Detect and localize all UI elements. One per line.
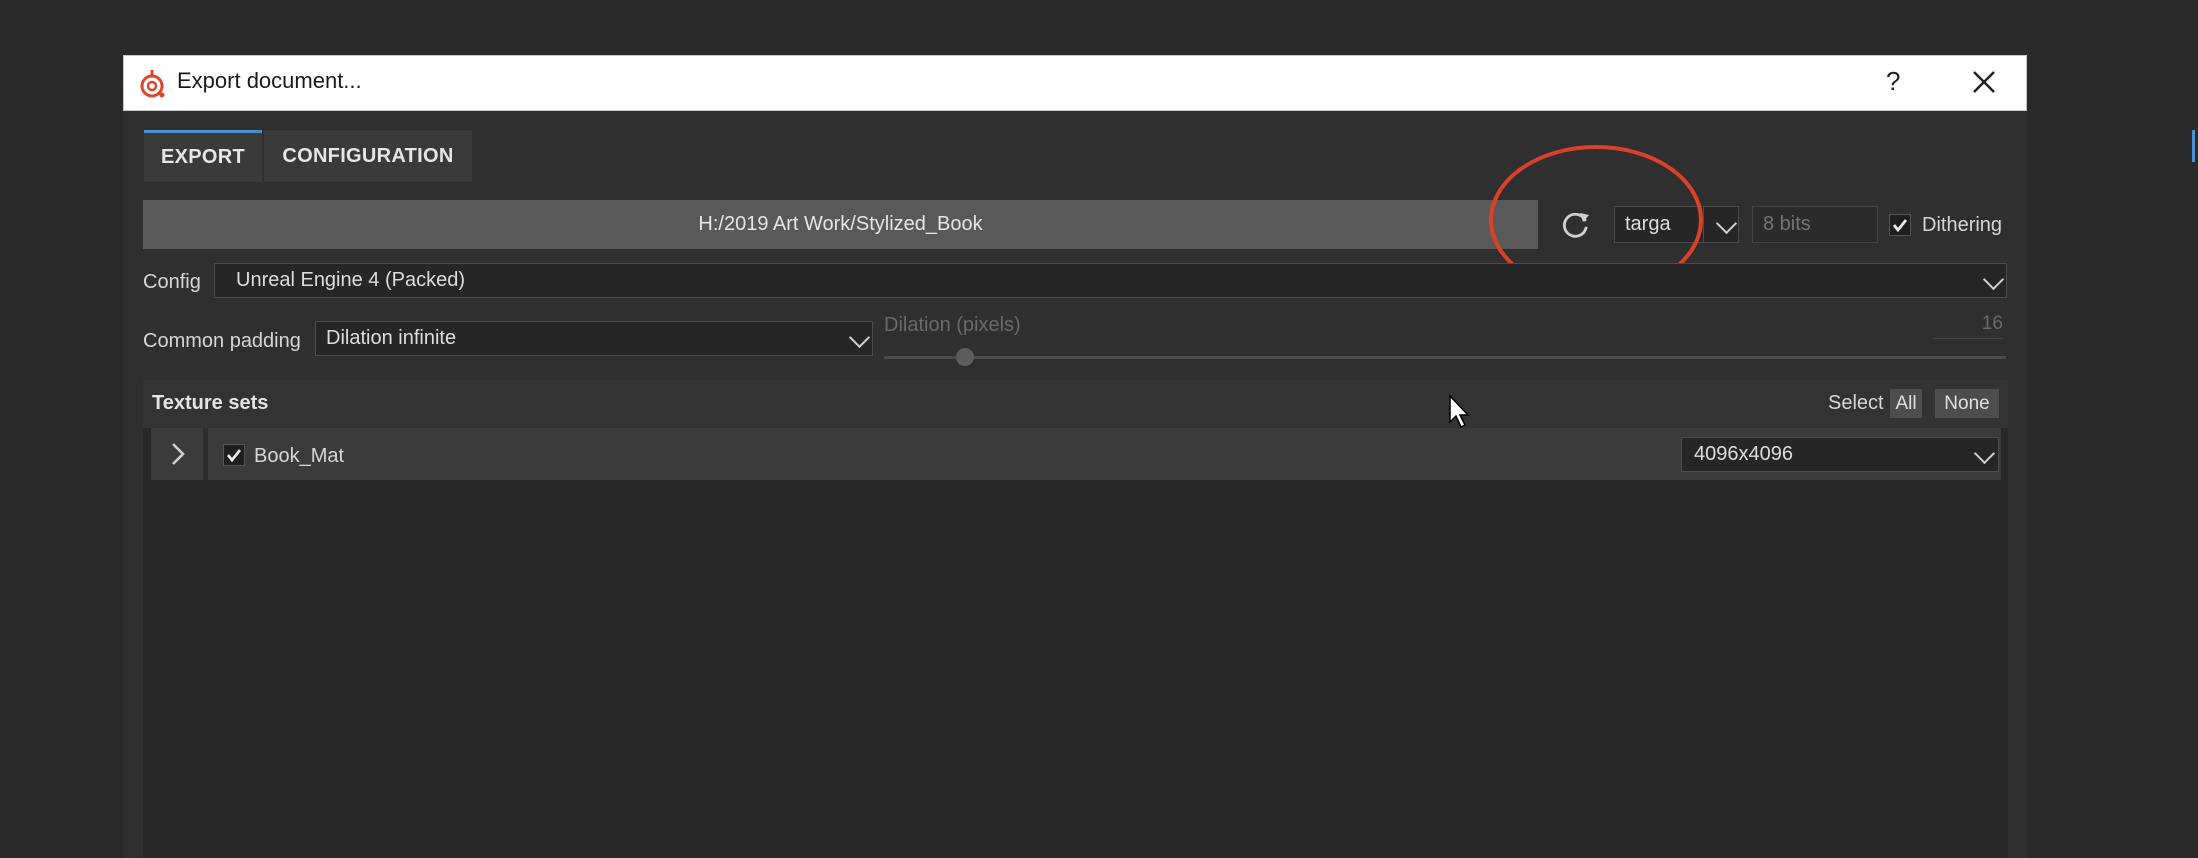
tab-export[interactable]: EXPORT: [144, 130, 262, 182]
dialog-titlebar: [123, 55, 2027, 111]
dialog-title: Export document...: [177, 68, 362, 93]
resolution-select[interactable]: 4096x4096: [1681, 437, 1999, 472]
select-label: Select: [1828, 392, 1884, 414]
dilation-label: Dilation (pixels): [884, 314, 1021, 336]
config-value: Unreal Engine 4 (Packed): [236, 269, 466, 291]
dithering-checkbox[interactable]: [1889, 214, 1911, 236]
common-padding-label: Common padding: [143, 330, 301, 352]
editor-edge-marker: [2192, 130, 2195, 162]
dilation-slider-track[interactable]: [884, 356, 2006, 359]
select-none-button[interactable]: None: [1935, 389, 1999, 418]
dilation-slider-handle[interactable]: [955, 348, 974, 366]
help-button[interactable]: ?: [1886, 64, 1900, 98]
book-mat-checkbox[interactable]: [223, 444, 245, 466]
row-divider: [203, 428, 208, 480]
dilation-value-field[interactable]: 16: [1933, 313, 2003, 339]
checkmark-icon: [226, 449, 242, 463]
select-all-button[interactable]: All: [1890, 389, 1922, 418]
checkmark-icon: [1892, 219, 1908, 233]
texture-sets-title: Texture sets: [152, 392, 269, 414]
tab-configuration[interactable]: CONFIGURATION: [264, 130, 472, 182]
config-select[interactable]: Unreal Engine 4 (Packed): [214, 263, 2007, 298]
close-icon: [1973, 71, 1995, 93]
painter-logo-icon: [140, 70, 165, 98]
resolution-value: 4096x4096: [1694, 443, 1793, 465]
close-button[interactable]: [1962, 60, 2006, 104]
bit-depth-field[interactable]: [1752, 206, 1878, 243]
bit-depth-input[interactable]: [1753, 207, 1877, 242]
chevron-down-icon: [1973, 442, 1996, 465]
chevron-down-icon: [1982, 268, 2005, 291]
padding-select[interactable]: Dilation infinite: [315, 321, 873, 356]
mouse-cursor-icon: [1449, 394, 1470, 429]
export-path-button[interactable]: H:/2019 Art Work/Stylized_Book: [143, 200, 1538, 249]
chevron-down-icon: [1715, 212, 1738, 235]
padding-value: Dilation infinite: [326, 327, 457, 349]
config-label: Config: [143, 271, 201, 293]
dithering-label: Dithering: [1922, 214, 2003, 236]
chevron-down-icon: [848, 326, 871, 349]
chevron-right-icon[interactable]: [167, 440, 189, 468]
texture-set-name: Book_Mat: [254, 445, 345, 467]
texture-sets-header: [143, 380, 2008, 428]
